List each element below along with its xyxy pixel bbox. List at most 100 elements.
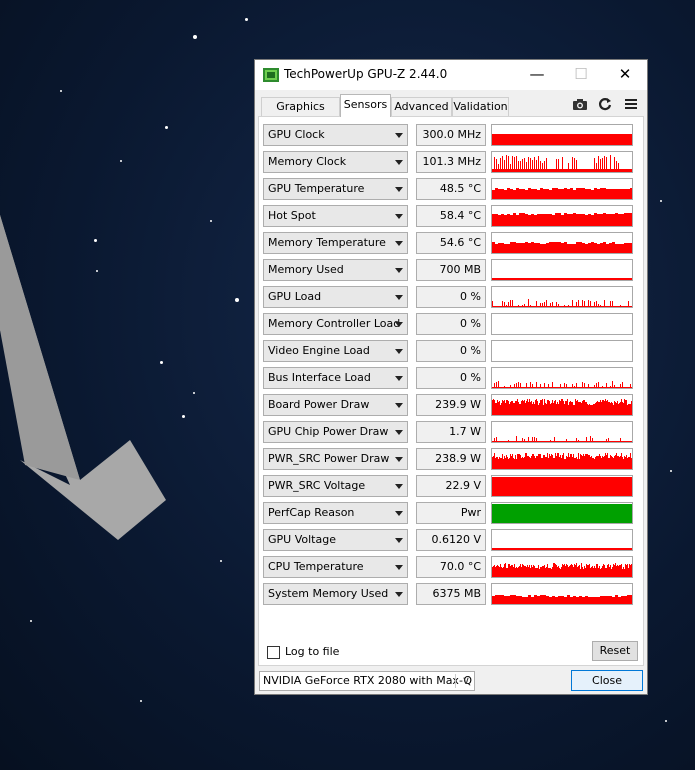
chevron-down-icon: ∨: [461, 674, 470, 687]
dropdown-arrow-icon: [395, 511, 403, 516]
sensor-row: Memory Controller Load 0 %: [263, 313, 635, 335]
dropdown-arrow-icon: [395, 430, 403, 435]
sensor-graph: [491, 151, 633, 173]
dropdown-arrow-icon: [395, 484, 403, 489]
gpu-select-dropdown[interactable]: NVIDIA GeForce RTX 2080 with Max-Q De ∨: [259, 671, 475, 691]
sensor-select-system-memory-used[interactable]: System Memory Used: [263, 583, 408, 605]
dropdown-arrow-icon: [395, 160, 403, 165]
sensor-value: 0 %: [416, 367, 486, 389]
close-window-button[interactable]: ✕: [603, 60, 647, 90]
menu-icon[interactable]: [622, 96, 640, 112]
sensor-name: PWR_SRC Power Draw: [268, 452, 390, 465]
sensor-select-perfcap-reason[interactable]: PerfCap Reason: [263, 502, 408, 524]
sensor-select-gpu-clock[interactable]: GPU Clock: [263, 124, 408, 146]
sensor-select-board-power-draw[interactable]: Board Power Draw: [263, 394, 408, 416]
sensor-graph: [491, 340, 633, 362]
dropdown-arrow-icon: [395, 133, 403, 138]
close-button[interactable]: Close: [571, 670, 643, 691]
sensor-select-memory-clock[interactable]: Memory Clock: [263, 151, 408, 173]
sensor-name: GPU Temperature: [268, 182, 365, 195]
sensor-select-gpu-voltage[interactable]: GPU Voltage: [263, 529, 408, 551]
sensor-row: Memory Used 700 MB: [263, 259, 635, 281]
sensor-select-gpu-load[interactable]: GPU Load: [263, 286, 408, 308]
sensor-graph: [491, 313, 633, 335]
tab-advanced[interactable]: Advanced: [391, 97, 452, 116]
sensor-row: GPU Voltage 0.6120 V: [263, 529, 635, 551]
sensor-graph: [491, 286, 633, 308]
sensor-name: Board Power Draw: [268, 398, 370, 411]
sensor-name: Bus Interface Load: [268, 371, 371, 384]
dropdown-arrow-icon: [395, 349, 403, 354]
dropdown-arrow-icon: [395, 403, 403, 408]
dropdown-arrow-icon: [395, 565, 403, 570]
sensor-name: Memory Clock: [268, 155, 347, 168]
sensor-name: GPU Voltage: [268, 533, 336, 546]
sensor-select-pwr-src-power-draw[interactable]: PWR_SRC Power Draw: [263, 448, 408, 470]
sensor-row: System Memory Used 6375 MB: [263, 583, 635, 605]
sensor-value: Pwr: [416, 502, 486, 524]
sensor-value: 54.6 °C: [416, 232, 486, 254]
sensor-name: CPU Temperature: [268, 560, 364, 573]
camera-icon[interactable]: [571, 96, 589, 112]
sensor-row: Memory Clock 101.3 MHz: [263, 151, 635, 173]
gpu-select-value: NVIDIA GeForce RTX 2080 with Max-Q De: [263, 674, 475, 687]
gpuz-app-icon: [263, 68, 279, 82]
sensor-name: Video Engine Load: [268, 344, 370, 357]
reset-button[interactable]: Reset: [592, 641, 638, 661]
sensor-value: 22.9 V: [416, 475, 486, 497]
sensor-graph: [491, 178, 633, 200]
sensor-graph: [491, 583, 633, 605]
sensor-select-gpu-chip-power-draw[interactable]: GPU Chip Power Draw: [263, 421, 408, 443]
sensor-graph: [491, 259, 633, 281]
log-to-file-label: Log to file: [285, 645, 340, 658]
sensor-name: System Memory Used: [268, 587, 389, 600]
sensor-select-cpu-temperature[interactable]: CPU Temperature: [263, 556, 408, 578]
sensor-select-memory-controller-load[interactable]: Memory Controller Load: [263, 313, 408, 335]
wallpaper-arrow-shape: [0, 215, 166, 540]
sensor-row: Video Engine Load 0 %: [263, 340, 635, 362]
sensor-value: 48.5 °C: [416, 178, 486, 200]
dropdown-separator: [455, 674, 456, 688]
sensor-graph: [491, 205, 633, 227]
window-title: TechPowerUp GPU-Z 2.44.0: [284, 67, 448, 81]
dropdown-arrow-icon: [395, 268, 403, 273]
title-bar[interactable]: TechPowerUp GPU-Z 2.44.0 — ☐ ✕: [255, 60, 647, 90]
sensor-select-pwr-src-voltage[interactable]: PWR_SRC Voltage: [263, 475, 408, 497]
sensor-name: Hot Spot: [268, 209, 316, 222]
sensor-value: 0 %: [416, 286, 486, 308]
sensor-row: PWR_SRC Power Draw 238.9 W: [263, 448, 635, 470]
sensor-graph: [491, 232, 633, 254]
sensor-select-gpu-temperature[interactable]: GPU Temperature: [263, 178, 408, 200]
dropdown-arrow-icon: [395, 322, 403, 327]
sensor-value: 700 MB: [416, 259, 486, 281]
dropdown-arrow-icon: [395, 376, 403, 381]
log-to-file-checkbox[interactable]: [267, 646, 280, 659]
sensor-select-bus-interface-load[interactable]: Bus Interface Load: [263, 367, 408, 389]
sensor-row: Bus Interface Load 0 %: [263, 367, 635, 389]
tab-validation[interactable]: Validation: [452, 97, 509, 116]
sensor-value: 239.9 W: [416, 394, 486, 416]
sensor-row: PWR_SRC Voltage 22.9 V: [263, 475, 635, 497]
sensor-name: GPU Clock: [268, 128, 325, 141]
refresh-icon[interactable]: [596, 96, 614, 112]
tab-sensors[interactable]: Sensors: [340, 94, 391, 117]
sensor-value: 0.6120 V: [416, 529, 486, 551]
sensor-graph: [491, 367, 633, 389]
sensor-row: GPU Chip Power Draw 1.7 W: [263, 421, 635, 443]
sensor-select-video-engine-load[interactable]: Video Engine Load: [263, 340, 408, 362]
dropdown-arrow-icon: [395, 457, 403, 462]
sensor-name: Memory Temperature: [268, 236, 386, 249]
tab-graphics-card[interactable]: Graphics Card: [261, 97, 340, 131]
sensor-value: 300.0 MHz: [416, 124, 486, 146]
sensor-graph: [491, 502, 633, 524]
sensor-row: GPU Clock 300.0 MHz: [263, 124, 635, 146]
sensor-value: 238.9 W: [416, 448, 486, 470]
sensor-select-memory-temperature[interactable]: Memory Temperature: [263, 232, 408, 254]
sensor-select-memory-used[interactable]: Memory Used: [263, 259, 408, 281]
maximize-button[interactable]: ☐: [559, 60, 603, 90]
sensor-name: PerfCap Reason: [268, 506, 355, 519]
minimize-button[interactable]: —: [515, 60, 559, 90]
sensor-row: Board Power Draw 239.9 W: [263, 394, 635, 416]
sensor-graph: [491, 124, 633, 146]
sensor-select-hot-spot[interactable]: Hot Spot: [263, 205, 408, 227]
